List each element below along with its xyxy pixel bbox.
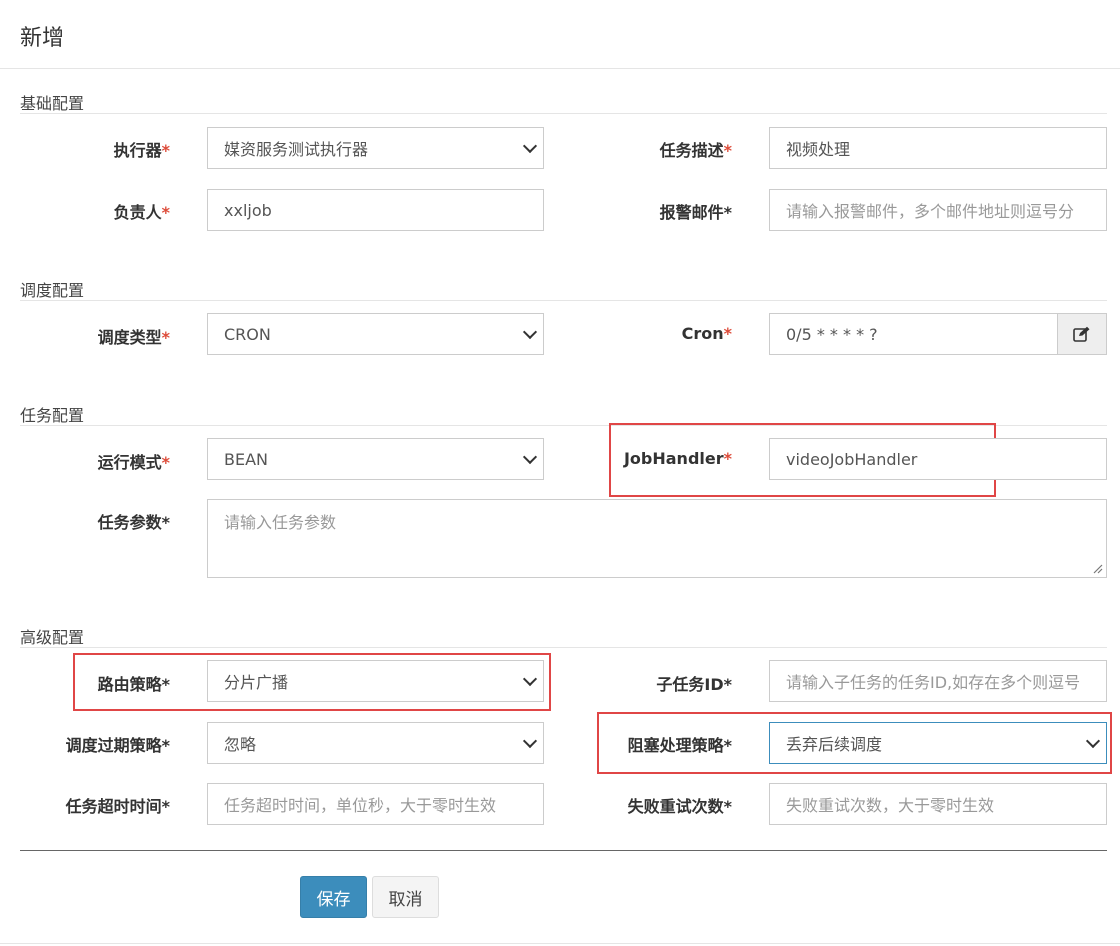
author-value: xxljob — [224, 200, 272, 220]
job-param-label: 任务参数* — [97, 513, 170, 532]
misfire-strategy-value: 忽略 — [224, 735, 257, 754]
timeout-input[interactable]: 任务超时时间，单位秒，大于零时生效 — [207, 783, 544, 825]
route-strategy-label: 路由策略* — [97, 675, 170, 694]
alarm-email-label: 报警邮件* — [659, 203, 732, 222]
chevron-down-icon — [522, 449, 538, 465]
author-label: 负责人* — [113, 203, 170, 222]
job-param-placeholder: 请输入任务参数 — [224, 513, 337, 532]
job-desc-value: 视频处理 — [786, 140, 851, 159]
chevron-down-icon — [1085, 733, 1101, 749]
block-strategy-select[interactable]: 丢弃后续调度 — [769, 722, 1107, 764]
schedule-type-select[interactable]: CRON — [207, 313, 544, 355]
job-handler-value: videoJobHandler — [786, 449, 918, 469]
fail-retry-placeholder: 失败重试次数，大于零时生效 — [786, 796, 995, 815]
route-strategy-select[interactable]: 分片广播 — [207, 660, 544, 702]
footer-divider — [0, 943, 1120, 944]
edit-icon — [1073, 326, 1090, 342]
section-title-basic: 基础配置 — [20, 94, 85, 113]
executor-label: 执行器* — [113, 141, 170, 160]
schedule-type-label: 调度类型* — [97, 328, 170, 347]
job-desc-input[interactable]: 视频处理 — [769, 127, 1107, 169]
fail-retry-input[interactable]: 失败重试次数，大于零时生效 — [769, 783, 1107, 825]
misfire-strategy-label: 调度过期策略* — [65, 736, 170, 755]
timeout-label: 任务超时时间* — [65, 797, 170, 816]
chevron-down-icon — [522, 138, 538, 154]
child-job-id-placeholder: 请输入子任务的任务ID,如存在多个则逗号 — [786, 673, 1081, 692]
cron-input[interactable]: 0/5 * * * * ? — [769, 313, 1059, 355]
chevron-down-icon — [522, 324, 538, 340]
resize-handle-icon[interactable] — [1093, 564, 1103, 574]
cancel-button[interactable]: 取消 — [372, 876, 439, 918]
glue-type-value: BEAN — [224, 449, 268, 469]
child-job-id-input[interactable]: 请输入子任务的任务ID,如存在多个则逗号 — [769, 660, 1107, 702]
author-input[interactable]: xxljob — [207, 189, 544, 231]
cron-label: Cron* — [681, 324, 732, 343]
route-strategy-value: 分片广播 — [224, 673, 289, 692]
alarm-email-placeholder: 请输入报警邮件，多个邮件地址则逗号分 — [786, 202, 1075, 221]
fail-retry-label: 失败重试次数* — [627, 797, 732, 816]
save-button[interactable]: 保存 — [300, 876, 367, 918]
glue-type-label: 运行模式* — [97, 453, 170, 472]
header-divider — [0, 68, 1120, 69]
job-param-textarea[interactable]: 请输入任务参数 — [207, 499, 1107, 578]
section-title-schedule: 调度配置 — [20, 281, 85, 300]
section-divider — [20, 113, 1107, 114]
block-strategy-value: 丢弃后续调度 — [786, 735, 883, 754]
section-divider — [20, 300, 1107, 301]
chevron-down-icon — [522, 733, 538, 749]
job-handler-label: JobHandler* — [623, 449, 732, 468]
glue-type-select[interactable]: BEAN — [207, 438, 544, 480]
cron-edit-button[interactable] — [1057, 313, 1107, 355]
job-handler-input[interactable]: videoJobHandler — [769, 438, 1107, 480]
block-strategy-label: 阻塞处理策略* — [627, 736, 732, 755]
chevron-down-icon — [522, 671, 538, 687]
timeout-placeholder: 任务超时时间，单位秒，大于零时生效 — [224, 796, 497, 815]
section-title-task: 任务配置 — [20, 406, 85, 425]
cron-value: 0/5 * * * * ? — [786, 324, 878, 344]
modal-title: 新增 — [20, 26, 65, 51]
alarm-email-input[interactable]: 请输入报警邮件，多个邮件地址则逗号分 — [769, 189, 1107, 231]
executor-value: 媒资服务测试执行器 — [224, 140, 369, 159]
job-desc-label: 任务描述* — [659, 141, 732, 160]
form-divider — [20, 850, 1107, 851]
schedule-type-value: CRON — [224, 324, 271, 344]
misfire-strategy-select[interactable]: 忽略 — [207, 722, 544, 764]
child-job-id-label: 子任务ID* — [656, 675, 732, 694]
executor-select[interactable]: 媒资服务测试执行器 — [207, 127, 544, 169]
section-divider — [20, 647, 1107, 648]
section-title-advanced: 高级配置 — [20, 628, 85, 647]
